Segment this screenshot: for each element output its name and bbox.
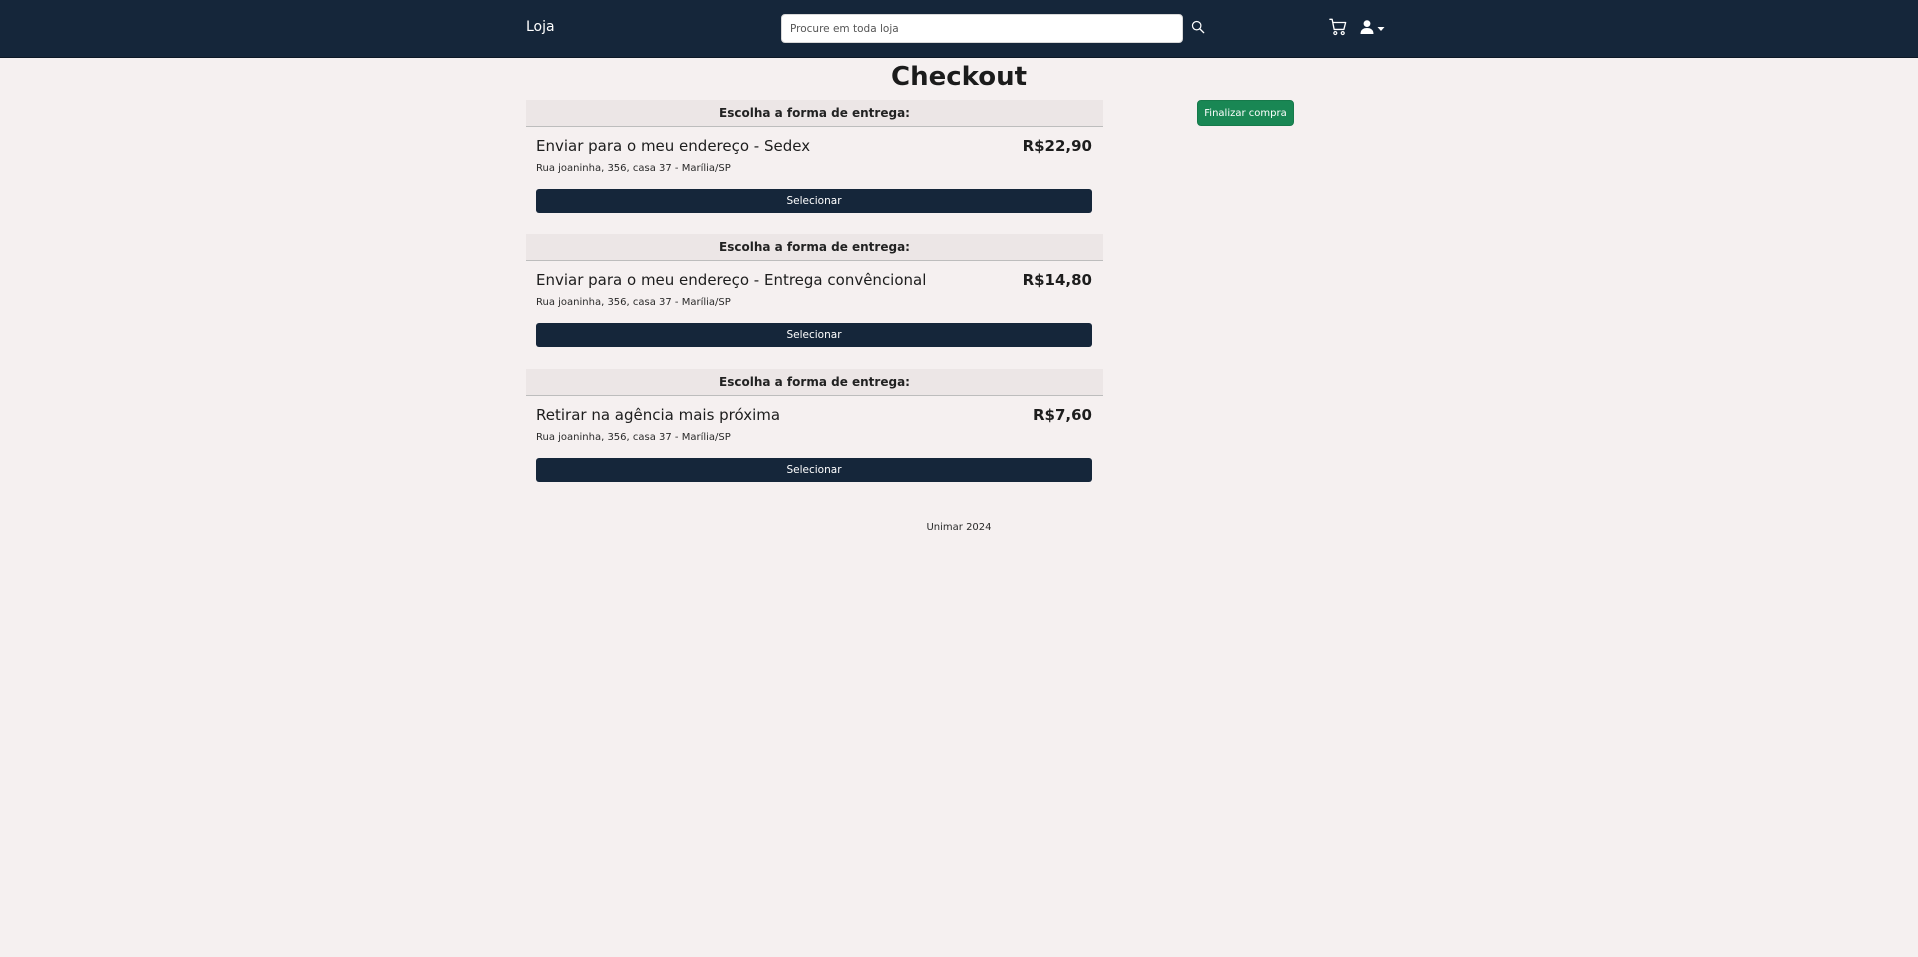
shipping-option-header: Escolha a forma de entrega: [526, 234, 1103, 261]
shipping-option-header: Escolha a forma de entrega: [526, 100, 1103, 127]
shipping-option-card: Escolha a forma de entrega: Retirar na a… [526, 369, 1103, 491]
search-input[interactable] [781, 14, 1183, 43]
shipping-option-address: Rua joaninha, 356, casa 37 - Marília/SP [536, 432, 731, 443]
shipping-option-address: Rua joaninha, 356, casa 37 - Marília/SP [536, 163, 731, 174]
shipping-option-price: R$22,90 [1022, 137, 1092, 155]
top-navbar: Loja [0, 0, 1918, 58]
cart-icon [1329, 18, 1347, 39]
search-icon [1191, 20, 1205, 37]
shipping-option-row: Enviar para o meu endereço - Entrega con… [536, 271, 1092, 293]
shipping-option-title: Retirar na agência mais próxima [536, 406, 781, 424]
shipping-option-address: Rua joaninha, 356, casa 37 - Marília/SP [536, 297, 731, 308]
shipping-option-header: Escolha a forma de entrega: [526, 369, 1103, 396]
user-menu-button[interactable] [1359, 17, 1387, 39]
shipping-option-price: R$7,60 [1033, 406, 1092, 424]
brand-link[interactable]: Loja [526, 19, 555, 35]
select-shipping-button[interactable]: Selecionar [536, 189, 1092, 213]
shipping-option-row: Retirar na agência mais próxima R$7,60 [536, 406, 1092, 428]
page-title: Checkout [890, 62, 1028, 92]
cart-button[interactable] [1327, 16, 1349, 40]
shipping-option-card: Escolha a forma de entrega: Enviar para … [526, 234, 1103, 356]
shipping-option-card: Escolha a forma de entrega: Enviar para … [526, 100, 1103, 222]
select-shipping-button[interactable]: Selecionar [536, 323, 1092, 347]
shipping-option-title: Enviar para o meu endereço - Entrega con… [536, 271, 927, 289]
search-button[interactable] [1187, 17, 1209, 39]
footer-text: Unimar 2024 [926, 522, 992, 533]
shipping-option-price: R$14,80 [1022, 271, 1092, 289]
shipping-option-title: Enviar para o meu endereço - Sedex [536, 137, 811, 155]
shipping-option-row: Enviar para o meu endereço - Sedex R$22,… [536, 137, 1092, 159]
select-shipping-button[interactable]: Selecionar [536, 458, 1092, 482]
finalize-purchase-button[interactable]: Finalizar compra [1197, 100, 1294, 126]
